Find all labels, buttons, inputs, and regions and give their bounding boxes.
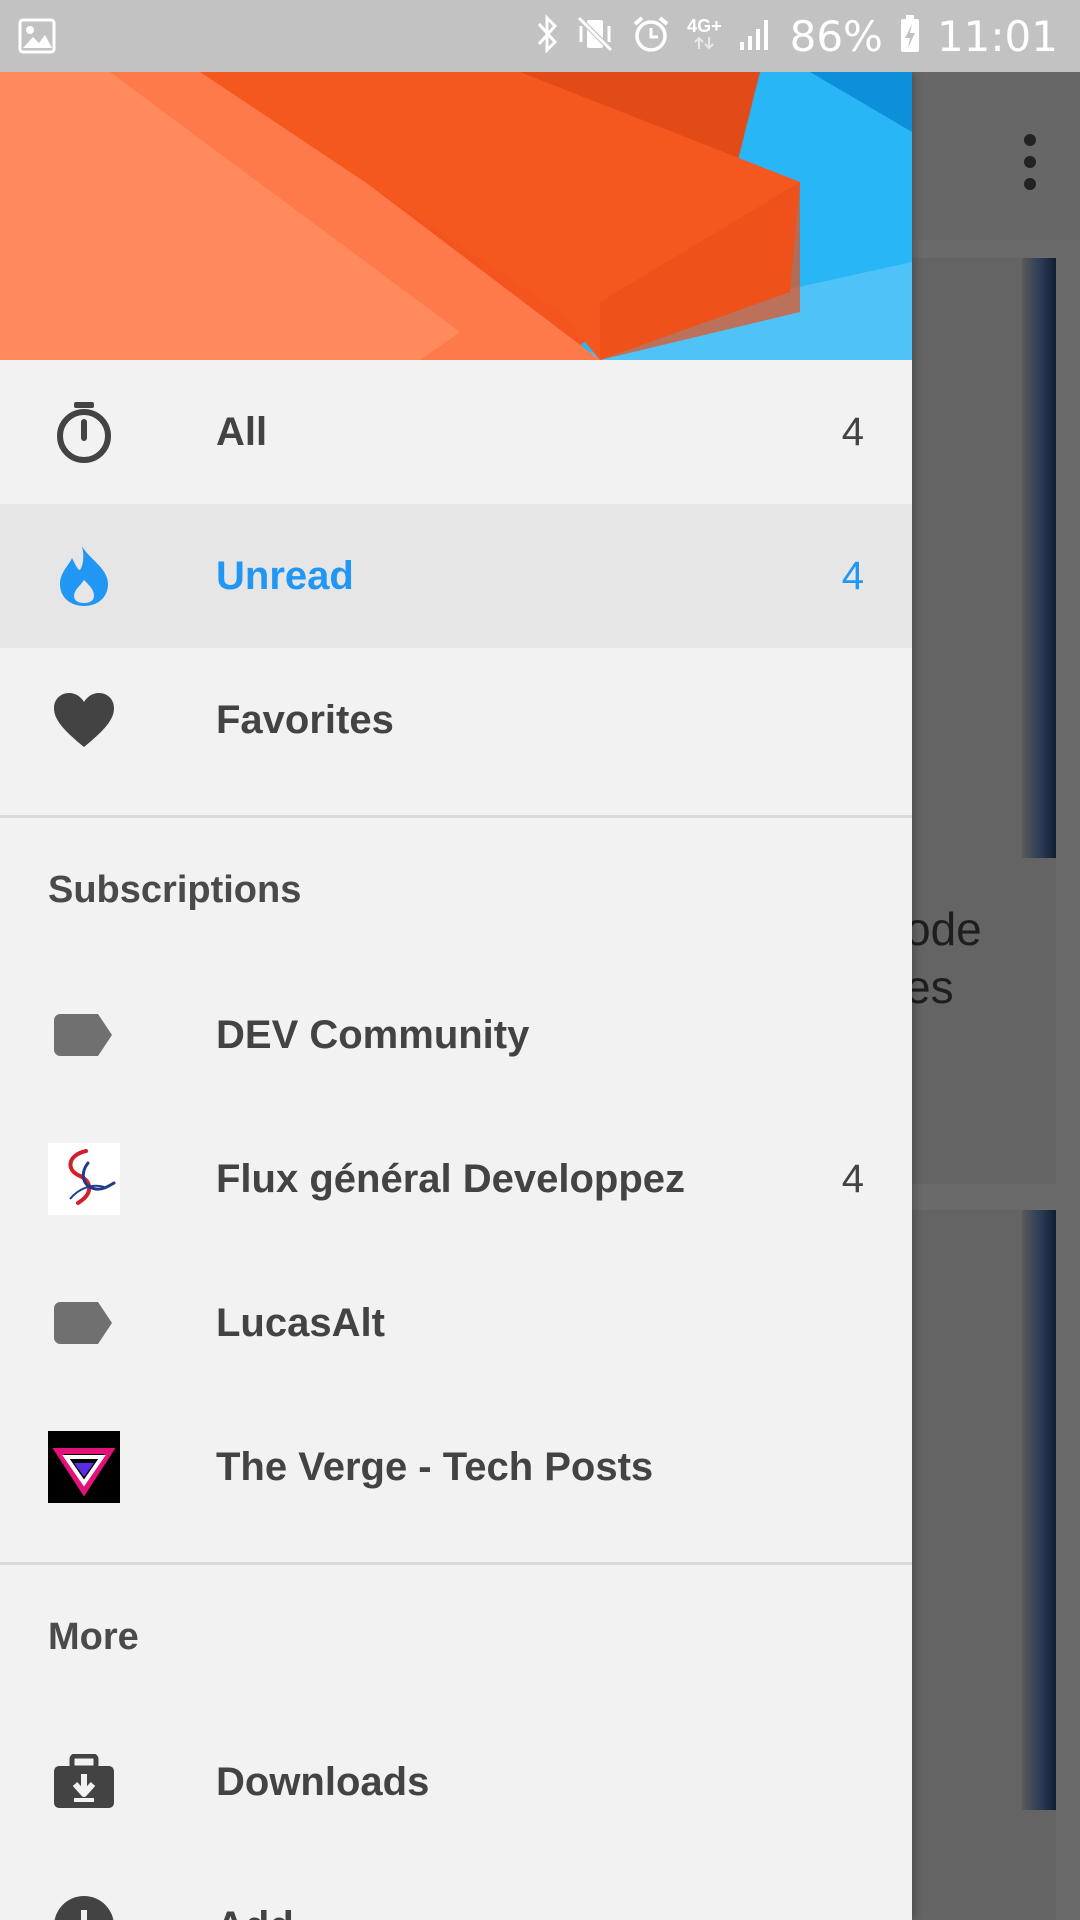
nav-item-label: All <box>216 409 268 454</box>
developpez-favicon <box>48 1143 120 1215</box>
gallery-notification-icon <box>18 18 56 59</box>
background-article-card[interactable] <box>912 258 1056 1184</box>
nav-item-all[interactable]: All 4 <box>0 360 912 504</box>
navigation-drawer: All 4 Unread 4 Favorites Subscriptions D… <box>0 72 912 1920</box>
clock: 11:01 <box>936 11 1058 61</box>
bluetooth-icon <box>535 13 559 59</box>
divider <box>0 1562 912 1565</box>
background-article-card[interactable] <box>912 1210 1056 1920</box>
subscription-item-dev-community[interactable]: DEV Community <box>0 963 912 1107</box>
add-circle-icon <box>48 1890 120 1920</box>
vibrate-mute-icon <box>575 14 615 59</box>
unread-count: 4 <box>841 1156 864 1201</box>
nav-item-label: Downloads <box>216 1759 430 1804</box>
subscription-label: The Verge - Tech Posts <box>216 1444 654 1489</box>
drawer-header-image <box>0 72 912 360</box>
nav-item-favorites[interactable]: Favorites <box>0 648 912 792</box>
network-type-label: 4G+ <box>687 15 722 36</box>
subscription-item-the-verge[interactable]: The Verge - Tech Posts <box>0 1395 912 1539</box>
status-bar: 4G+ 86% 11:01 <box>0 0 1080 72</box>
battery-charging-icon <box>899 14 921 59</box>
article-image <box>1022 258 1056 858</box>
flame-icon <box>48 540 120 612</box>
alarm-icon <box>631 14 671 59</box>
section-header-subscriptions: Subscriptions <box>48 869 302 911</box>
nav-item-downloads[interactable]: Downloads <box>0 1710 912 1854</box>
data-arrows-icon <box>693 35 715 56</box>
battery-percent: 86% <box>789 11 883 61</box>
label-icon <box>48 1287 120 1359</box>
section-header-more: More <box>48 1616 139 1658</box>
signal-icon <box>738 16 774 57</box>
subscription-item-developpez[interactable]: Flux général Developpez 4 <box>0 1107 912 1251</box>
nav-item-label: Add <box>216 1904 294 1920</box>
subscription-label: DEV Community <box>216 1012 530 1057</box>
article-title-fragment: ode <box>905 903 982 955</box>
subscription-item-lucasalt[interactable]: LucasAlt <box>0 1251 912 1395</box>
verge-favicon <box>48 1431 120 1503</box>
unread-count: 4 <box>841 409 864 454</box>
nav-item-unread[interactable]: Unread 4 <box>0 504 912 648</box>
subscription-label: Flux général Developpez <box>216 1156 686 1201</box>
divider <box>0 815 912 818</box>
nav-item-label: Unread <box>216 553 354 598</box>
unread-count: 4 <box>841 553 864 598</box>
overflow-menu-icon[interactable] <box>1020 132 1040 192</box>
article-image <box>1022 1210 1056 1810</box>
nav-item-label: Favorites <box>216 697 394 742</box>
subscription-label: LucasAlt <box>216 1300 385 1345</box>
article-title-fragment: es <box>905 961 954 1013</box>
heart-icon <box>48 684 120 756</box>
download-briefcase-icon <box>48 1746 120 1818</box>
label-icon <box>48 999 120 1071</box>
stopwatch-icon <box>48 396 120 468</box>
nav-item-add[interactable]: Add <box>0 1854 912 1920</box>
